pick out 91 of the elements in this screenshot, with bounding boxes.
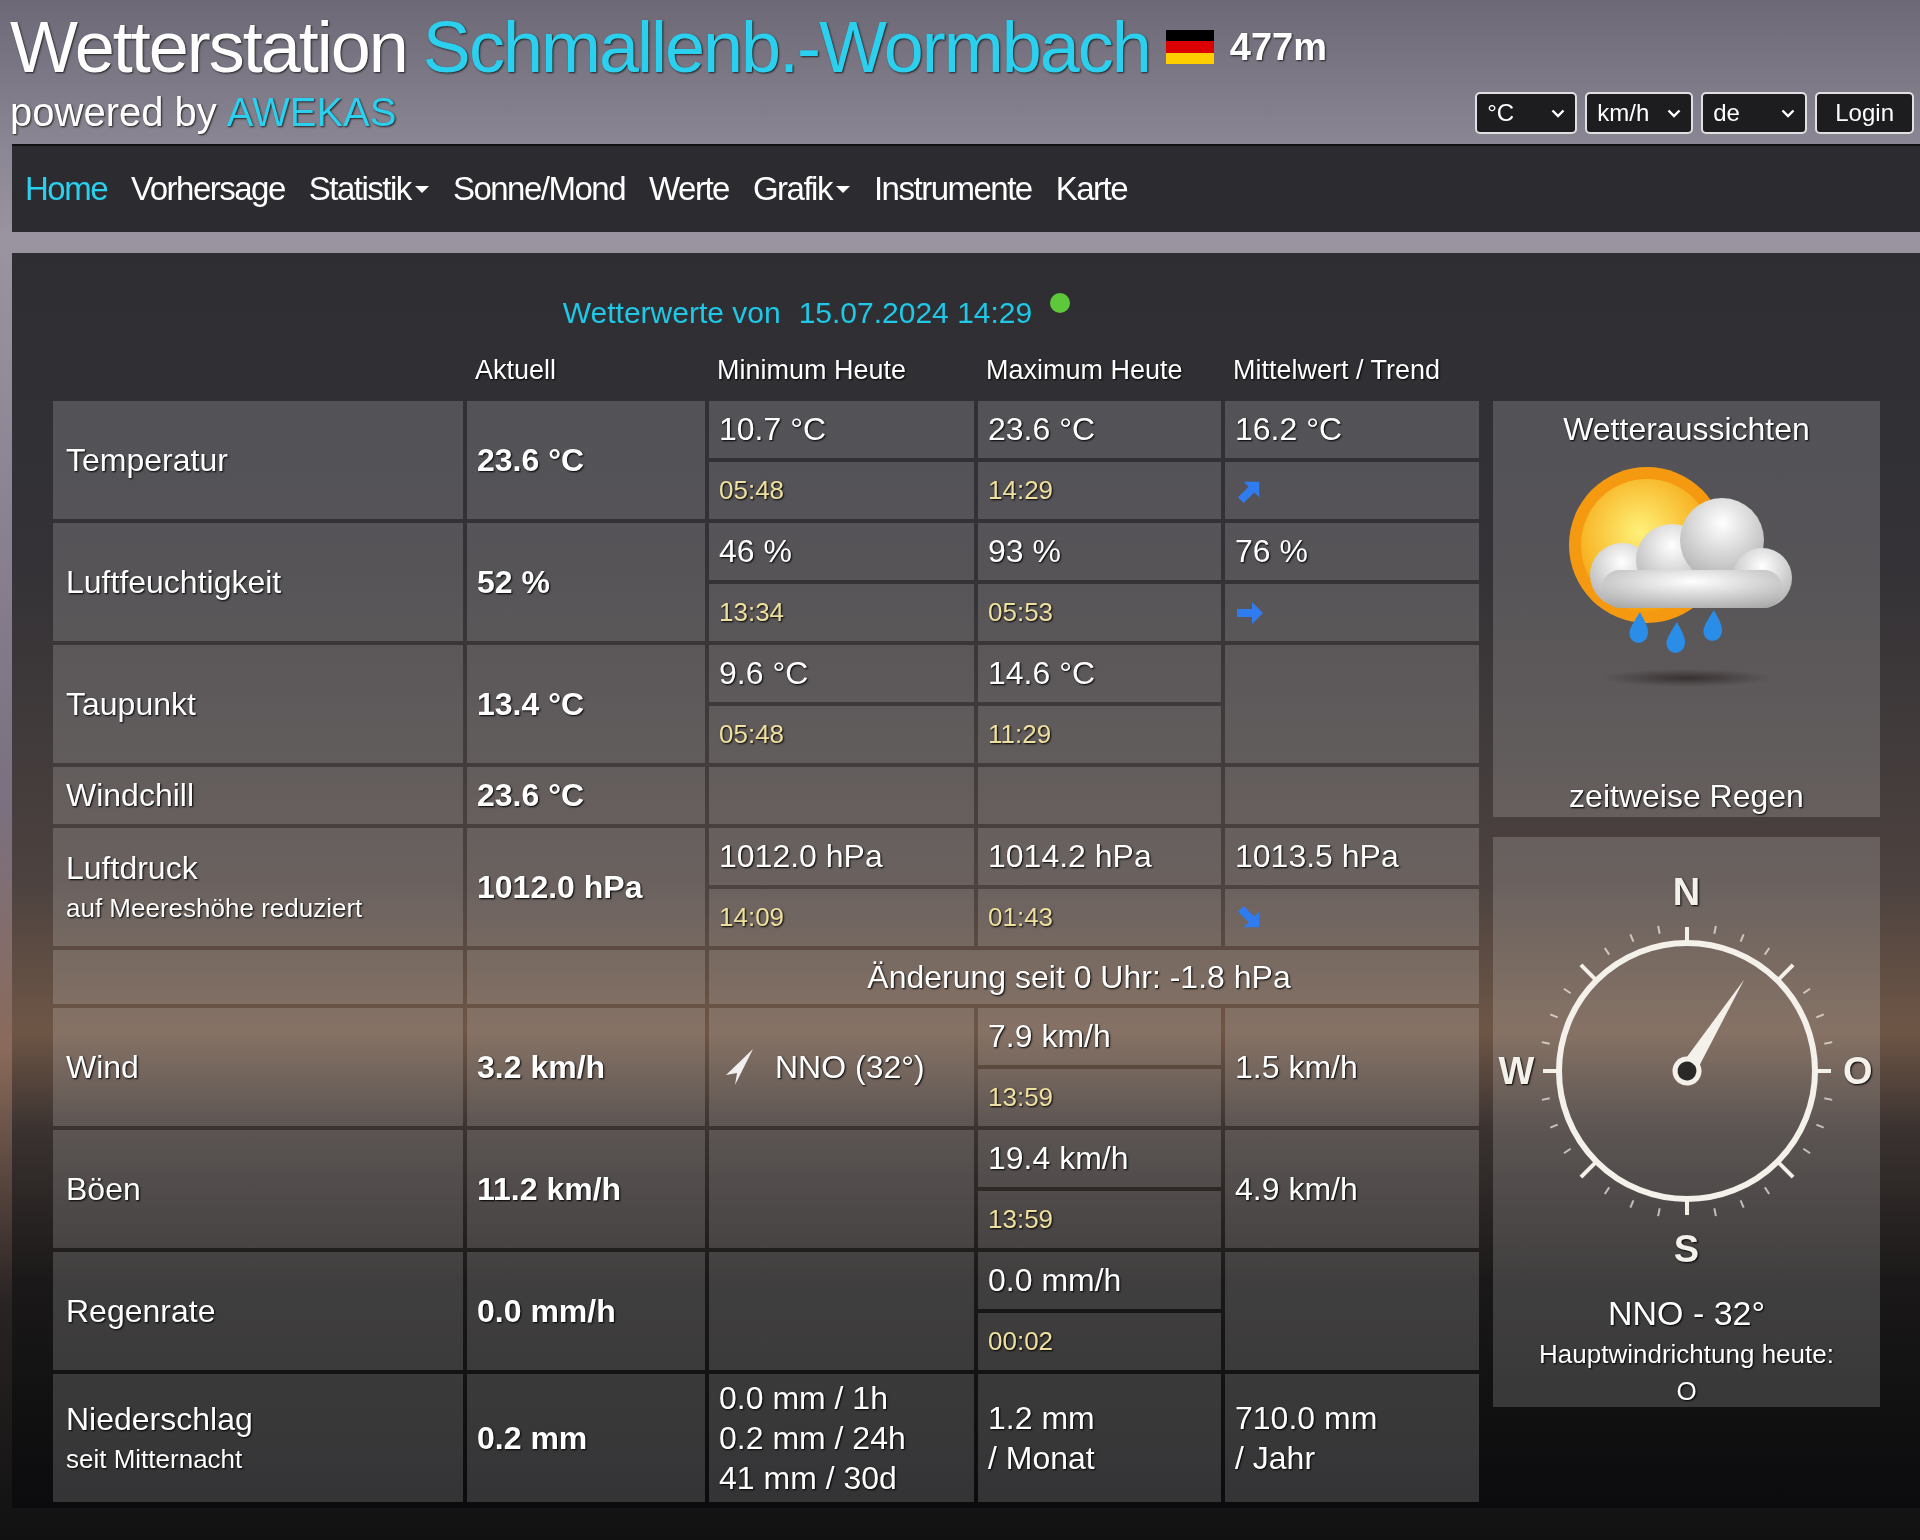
nav-link[interactable]: Karte bbox=[1055, 170, 1128, 208]
row-sublabel: seit Mitternacht bbox=[66, 1444, 243, 1475]
compass-label: N bbox=[1672, 873, 1701, 911]
site-title: Wetterstation bbox=[10, 6, 407, 89]
table-cell: 11.2 km/h bbox=[467, 1130, 705, 1248]
table-cell: 13:59 bbox=[978, 1191, 1221, 1248]
row-label: Luftdruck bbox=[66, 850, 198, 887]
main-direction-value: O bbox=[1676, 1376, 1697, 1407]
column-header: Mittelwert / Trend bbox=[1232, 353, 1442, 387]
table-cell: Änderung seit 0 Uhr: -1.8 hPa bbox=[709, 950, 1479, 1004]
table-cell: 9.6 °C bbox=[709, 645, 974, 702]
table-cell: 13:59 bbox=[978, 1069, 1221, 1126]
table-cell: 05:53 bbox=[978, 584, 1221, 641]
powered-by-text: powered by bbox=[10, 90, 217, 134]
column-header: Minimum Heute bbox=[716, 353, 908, 387]
row-label: Temperatur bbox=[66, 441, 228, 479]
dropdown-select[interactable]: km/h bbox=[1585, 92, 1694, 134]
table-cell: 0.0 mm/h bbox=[467, 1252, 705, 1370]
row-label: Böen bbox=[66, 1170, 141, 1208]
row-label: Luftfeuchtigkeit bbox=[66, 563, 282, 601]
nav-link[interactable]: Statistik bbox=[308, 170, 411, 208]
table-cell: 05:48 bbox=[709, 462, 974, 519]
dropdown-select[interactable]: °C bbox=[1475, 92, 1578, 134]
dropdown-select[interactable]: de bbox=[1701, 92, 1808, 134]
table-cell: 1012.0 hPa bbox=[709, 828, 974, 885]
forecast-text: zeitweise Regen bbox=[1569, 778, 1804, 815]
cell-line: / Monat bbox=[988, 1439, 1095, 1478]
table-cell: 1012.0 hPa bbox=[467, 828, 705, 946]
column-header: Aktuell bbox=[474, 353, 558, 387]
nav-link[interactable]: Grafik bbox=[752, 170, 832, 208]
login-button[interactable]: Login bbox=[1815, 92, 1914, 134]
table-cell: 13:34 bbox=[709, 584, 974, 641]
compass-label: S bbox=[1673, 1230, 1700, 1268]
table-cell: 3.2 km/h bbox=[467, 1008, 705, 1126]
table-cell: 7.9 km/h bbox=[978, 1008, 1221, 1065]
nav-link[interactable]: Vorhersage bbox=[131, 170, 285, 208]
row-label: Taupunkt bbox=[66, 685, 196, 723]
table-cell: 14:29 bbox=[978, 462, 1221, 519]
altitude: 477m bbox=[1229, 25, 1328, 69]
nav-link[interactable]: Werte bbox=[649, 170, 729, 208]
table-cell: 05:48 bbox=[709, 706, 974, 763]
table-cell: 13.4 °C bbox=[467, 645, 705, 763]
table-cell: 14:09 bbox=[709, 889, 974, 946]
table-cell: 11:29 bbox=[978, 706, 1221, 763]
cell-line: 1.2 mm bbox=[988, 1399, 1095, 1438]
table-cell: 1.5 km/h bbox=[1225, 1008, 1479, 1126]
row-label: Niederschlag bbox=[66, 1401, 253, 1438]
wind-direction-reading: NNO - 32° bbox=[1607, 1294, 1766, 1333]
table-cell: 00:02 bbox=[978, 1313, 1221, 1370]
cell-line: 0.0 mm / 1h bbox=[719, 1379, 888, 1418]
timestamp-value: 15.07.2024 14:29 bbox=[798, 296, 1033, 330]
table-cell: 93 % bbox=[978, 523, 1221, 580]
table-cell: 0.2 mm bbox=[467, 1374, 705, 1502]
flag-icon bbox=[1165, 30, 1214, 64]
table-cell: 01:43 bbox=[978, 889, 1221, 946]
table-cell: 0.0 mm/h bbox=[978, 1252, 1221, 1309]
chevron-icon bbox=[1781, 108, 1796, 118]
cell-line: 41 mm / 30d bbox=[719, 1459, 897, 1498]
station-name: Schmallenb.-Wormbach bbox=[422, 6, 1150, 89]
table-cell: 1013.5 hPa bbox=[1225, 828, 1479, 885]
table-cell: 76 % bbox=[1225, 523, 1479, 580]
nav-link[interactable]: Home bbox=[25, 170, 108, 208]
cell-line: / Jahr bbox=[1235, 1439, 1316, 1478]
table-cell: 46 % bbox=[709, 523, 974, 580]
wind-direction: NNO (32°) bbox=[775, 1048, 925, 1086]
compass-label: W bbox=[1498, 1051, 1535, 1090]
nav-link[interactable]: Sonne/Mond bbox=[452, 170, 625, 208]
table-cell: 23.6 °C bbox=[467, 401, 705, 519]
compass-label: O bbox=[1842, 1051, 1873, 1090]
row-label: Windchill bbox=[66, 777, 195, 814]
table-cell: 1014.2 hPa bbox=[978, 828, 1221, 885]
cell-line: 710.0 mm bbox=[1235, 1399, 1378, 1438]
forecast-title: Wetteraussichten bbox=[1563, 411, 1810, 448]
table-cell: 52 % bbox=[467, 523, 705, 641]
table-cell: 19.4 km/h bbox=[978, 1130, 1221, 1187]
nav-link[interactable]: Instrumente bbox=[873, 170, 1032, 208]
table-cell: 23.6 °C bbox=[467, 767, 705, 824]
column-header: Maximum Heute bbox=[985, 353, 1184, 387]
table-cell: 16.2 °C bbox=[1225, 401, 1479, 458]
row-sublabel: auf Meereshöhe reduziert bbox=[66, 893, 363, 924]
row-label: Wind bbox=[66, 1048, 139, 1086]
table-cell: 14.6 °C bbox=[978, 645, 1221, 702]
table-cell: 23.6 °C bbox=[978, 401, 1221, 458]
cell-line: 0.2 mm / 24h bbox=[719, 1419, 906, 1458]
row-label: Regenrate bbox=[66, 1292, 216, 1330]
chevron-icon bbox=[1667, 108, 1682, 118]
main-direction-label: Hauptwindrichtung heute: bbox=[1539, 1339, 1834, 1370]
table-cell: 4.9 km/h bbox=[1225, 1130, 1479, 1248]
table-cell: 10.7 °C bbox=[709, 401, 974, 458]
chevron-icon bbox=[1551, 108, 1566, 118]
timestamp-label: Wetterwerte von bbox=[562, 296, 781, 330]
